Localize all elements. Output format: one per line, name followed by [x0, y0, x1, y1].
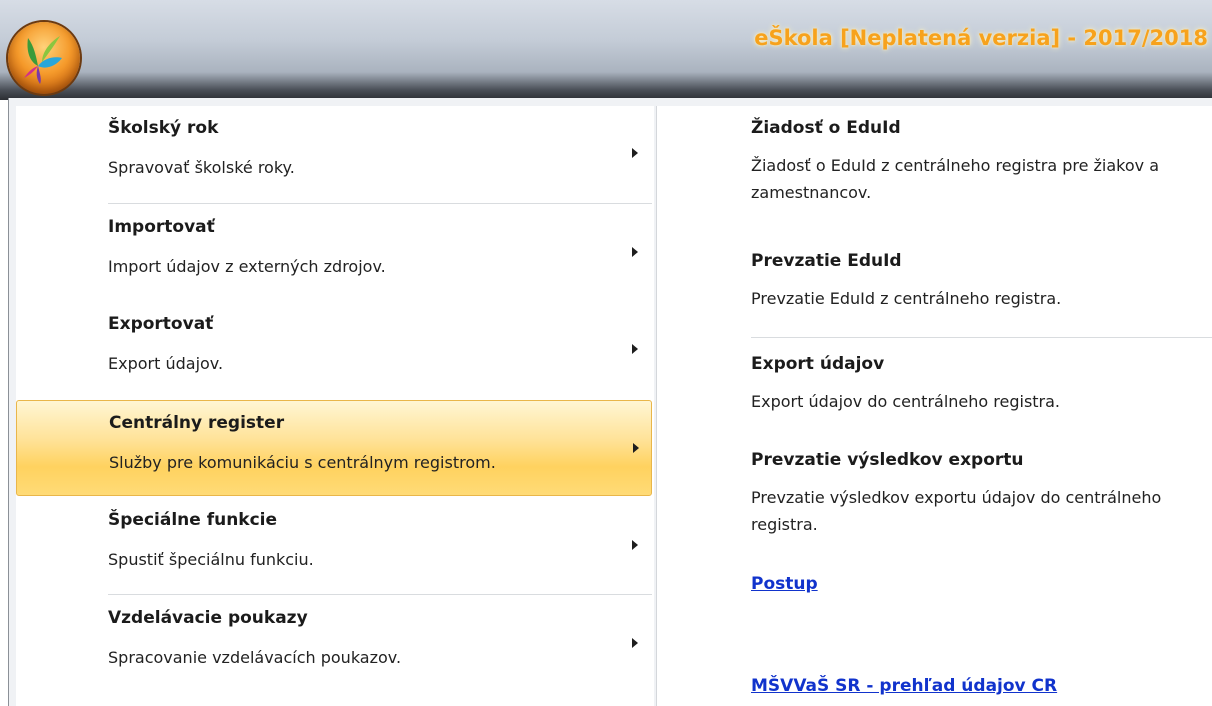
menu-item-vzdelavacie-poukazy[interactable]: Vzdelávacie poukazy Spracovanie vzdeláva…	[16, 596, 652, 692]
submenu-item-ziadost-eduid[interactable]: Žiadosť o EduId Žiadosť o EduId z centrá…	[751, 118, 1201, 206]
submenu-arrow-icon	[632, 638, 638, 648]
menu-item-title: Importovať	[108, 217, 215, 237]
menu-item-exportovat[interactable]: Exportovať Export údajov.	[16, 302, 652, 398]
menu-item-skolsky-rok[interactable]: Školský rok Spravovať školské roky.	[16, 106, 652, 202]
submenu-arrow-icon	[632, 344, 638, 354]
submenu-item-title: Prevzatie výsledkov exportu	[751, 450, 1024, 470]
menu-item-description: Spracovanie vzdelávacích poukazov.	[108, 648, 402, 667]
submenu-arrow-icon	[632, 540, 638, 550]
submenu-item-description: Žiadosť o EduId z centrálneho registra p…	[751, 156, 1160, 202]
application-menu-list: Školský rok Spravovať školské roky. Impo…	[16, 106, 654, 706]
menu-item-title: Exportovať	[108, 314, 214, 334]
menu-separator	[108, 594, 652, 595]
submenu-arrow-icon	[632, 148, 638, 158]
link-msvvas-prehlad-cr[interactable]: MŠVVaŠ SR - prehľad údajov CR	[751, 676, 1057, 696]
menu-item-centralny-register[interactable]: Centrálny register Služby pre komunikáci…	[16, 400, 652, 496]
menu-item-title: Školský rok	[108, 118, 219, 138]
menu-separator	[108, 203, 652, 204]
menu-item-title: Centrálny register	[109, 413, 285, 433]
menu-item-description: Export údajov.	[108, 354, 224, 373]
link-postup[interactable]: Postup	[751, 574, 818, 594]
submenu-arrow-icon	[632, 247, 638, 257]
submenu-item-prevzatie-vysledkov[interactable]: Prevzatie výsledkov exportu Prevzatie vý…	[751, 450, 1201, 538]
submenu-item-description: Export údajov do centrálneho registra.	[751, 392, 1061, 411]
menu-item-specialne-funkcie[interactable]: Špeciálne funkcie Spustiť špeciálnu funk…	[16, 498, 652, 594]
menu-item-title: Špeciálne funkcie	[108, 510, 278, 530]
app-logo-icon	[24, 36, 62, 84]
submenu-panel: Žiadosť o EduId Žiadosť o EduId z centrá…	[656, 106, 1212, 706]
menu-item-description: Služby pre komunikáciu s centrálnym regi…	[109, 453, 496, 472]
submenu-item-title: Export údajov	[751, 354, 885, 374]
submenu-item-description: Prevzatie EduId z centrálneho registra.	[751, 289, 1062, 308]
submenu-item-export-udajov[interactable]: Export údajov Export údajov do centrálne…	[751, 354, 1201, 415]
menu-item-title: Vzdelávacie poukazy	[108, 608, 308, 628]
submenu-item-title: Prevzatie EduId	[751, 251, 902, 271]
app-orb-button[interactable]	[8, 22, 80, 94]
submenu-item-title: Žiadosť o EduId	[751, 118, 901, 138]
menu-item-importovat[interactable]: Importovať Import údajov z externých zdr…	[16, 205, 652, 301]
submenu-separator	[751, 337, 1212, 338]
menu-item-description: Spravovať školské roky.	[108, 158, 295, 177]
menu-item-description: Import údajov z externých zdrojov.	[108, 257, 386, 276]
window-title: eŠkola [Neplatená verzia] - 2017/2018	[754, 26, 1208, 50]
titlebar-ribbon-ghost	[230, 50, 930, 62]
window-titlebar: eŠkola [Neplatená verzia] - 2017/2018	[0, 0, 1212, 100]
submenu-item-description: Prevzatie výsledkov exportu údajov do ce…	[751, 488, 1162, 534]
submenu-arrow-icon	[633, 443, 639, 453]
menu-item-description: Spustiť špeciálnu funkciu.	[108, 550, 314, 569]
submenu-item-prevzatie-eduid[interactable]: Prevzatie EduId Prevzatie EduId z centrá…	[751, 251, 1201, 312]
